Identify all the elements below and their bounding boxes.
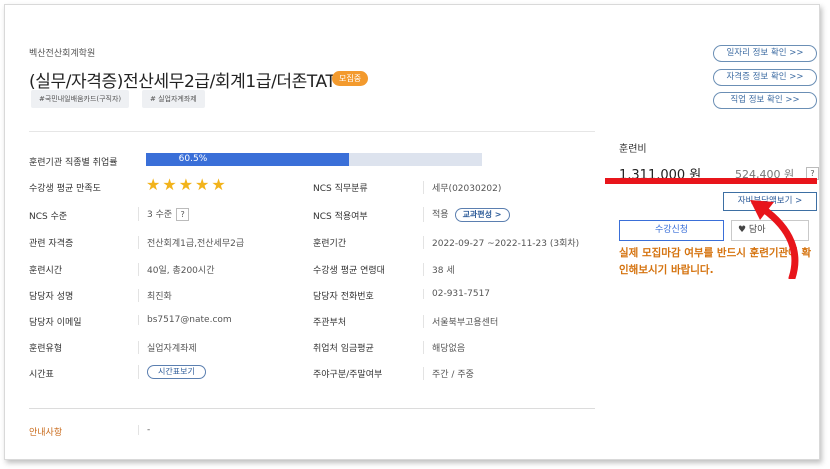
ncs-apply-cell: 적용 교과편성 > xyxy=(423,207,510,222)
divider xyxy=(29,131,595,132)
divider xyxy=(29,408,595,409)
day-type-value: 주간 / 주중 xyxy=(423,367,474,380)
ncs-apply-value: 적용 xyxy=(432,210,449,220)
ncs-level-help-button[interactable]: ? xyxy=(176,208,190,221)
ncs-level-cell: 3 수준? xyxy=(138,207,190,221)
period-value: 2022-09-27 ~2022-11-23 (3회차) xyxy=(423,236,579,249)
satisfaction-stars: ★★★★★ xyxy=(146,175,228,194)
ncs-category-label: NCS 직무분류 xyxy=(313,184,368,194)
employment-rate-bar: 60.5% xyxy=(146,153,482,166)
employment-rate-label: 훈련기관 직종별 취업률 xyxy=(29,158,118,168)
schedule-label: 시간표 xyxy=(29,370,54,380)
highlight-underline xyxy=(605,178,817,184)
course-detail-panel: 벡산전산회계학원 (실무/자격증)전산세무2급/회계1급/더존TAT 모집중 #… xyxy=(4,4,820,460)
job-info-button[interactable]: 일자리 정보 확인 >> xyxy=(713,45,817,62)
manager-name-value: 최진화 xyxy=(138,289,172,302)
curriculum-button[interactable]: 교과편성 > xyxy=(454,207,510,222)
avg-age-label: 수강생 평균 연령대 xyxy=(313,266,385,276)
training-hours-value: 40일, 총200시간 xyxy=(138,263,214,276)
certificate-label: 관련 자격증 xyxy=(29,239,74,249)
schedule-view-button[interactable]: 시간표보기 xyxy=(147,365,206,379)
recruiting-badge: 모집중 xyxy=(332,71,369,86)
avg-age-value: 38 세 xyxy=(423,263,455,276)
office-value: 서울북부고용센터 xyxy=(423,315,498,328)
employment-rate-text: 60.5% xyxy=(178,154,208,164)
institution-name[interactable]: 벡산전산회계학원 xyxy=(29,46,95,59)
office-label: 주관부처 xyxy=(313,318,347,328)
training-hours-label: 훈련시간 xyxy=(29,266,63,276)
ncs-apply-label: NCS 적용여부 xyxy=(313,212,368,222)
day-type-label: 주야구분/주말여부 xyxy=(313,370,383,380)
manager-email-value: bs7517@nate.com xyxy=(138,315,232,325)
red-arrow-icon xyxy=(750,200,799,279)
notice-label: 안내사항 xyxy=(29,428,63,438)
ncs-category-value: 세무(02030202) xyxy=(423,181,501,194)
ncs-level-label: NCS 수준 xyxy=(29,212,68,222)
training-type-value: 실업자계좌제 xyxy=(138,341,197,354)
satisfaction-label: 수강생 평균 만족도 xyxy=(29,184,101,194)
certificate-value: 전산회계1급,전산세무2급 xyxy=(138,236,244,249)
apply-button[interactable]: 수강신청 xyxy=(619,220,724,241)
schedule-cell: 시간표보기 xyxy=(138,365,206,379)
period-label: 훈련기간 xyxy=(313,239,347,249)
manager-email-label: 담당자 이메일 xyxy=(29,318,82,328)
fee-title: 훈련비 xyxy=(619,144,647,155)
certificate-info-button[interactable]: 자격증 정보 확인 >> xyxy=(713,69,817,86)
wage-label: 취업처 임금평균 xyxy=(313,344,374,354)
course-title: (실무/자격증)전산세무2급/회계1급/더존TAT xyxy=(29,72,336,92)
notice-value: - xyxy=(138,425,150,435)
training-type-label: 훈련유형 xyxy=(29,344,63,354)
occupation-info-button[interactable]: 직업 정보 확인 >> xyxy=(713,92,817,109)
manager-phone-label: 담당자 전화번호 xyxy=(313,292,374,302)
tag-national-card: #국민내일배움카드(구직자) xyxy=(31,90,130,108)
manager-phone-value: 02-931-7517 xyxy=(423,289,490,299)
manager-name-label: 담당자 성명 xyxy=(29,292,74,302)
ncs-level-value: 3 수준 xyxy=(147,210,173,220)
tag-unemployed-account: # 실업자계좌제 xyxy=(142,90,205,108)
wage-value: 해당없음 xyxy=(423,341,465,354)
